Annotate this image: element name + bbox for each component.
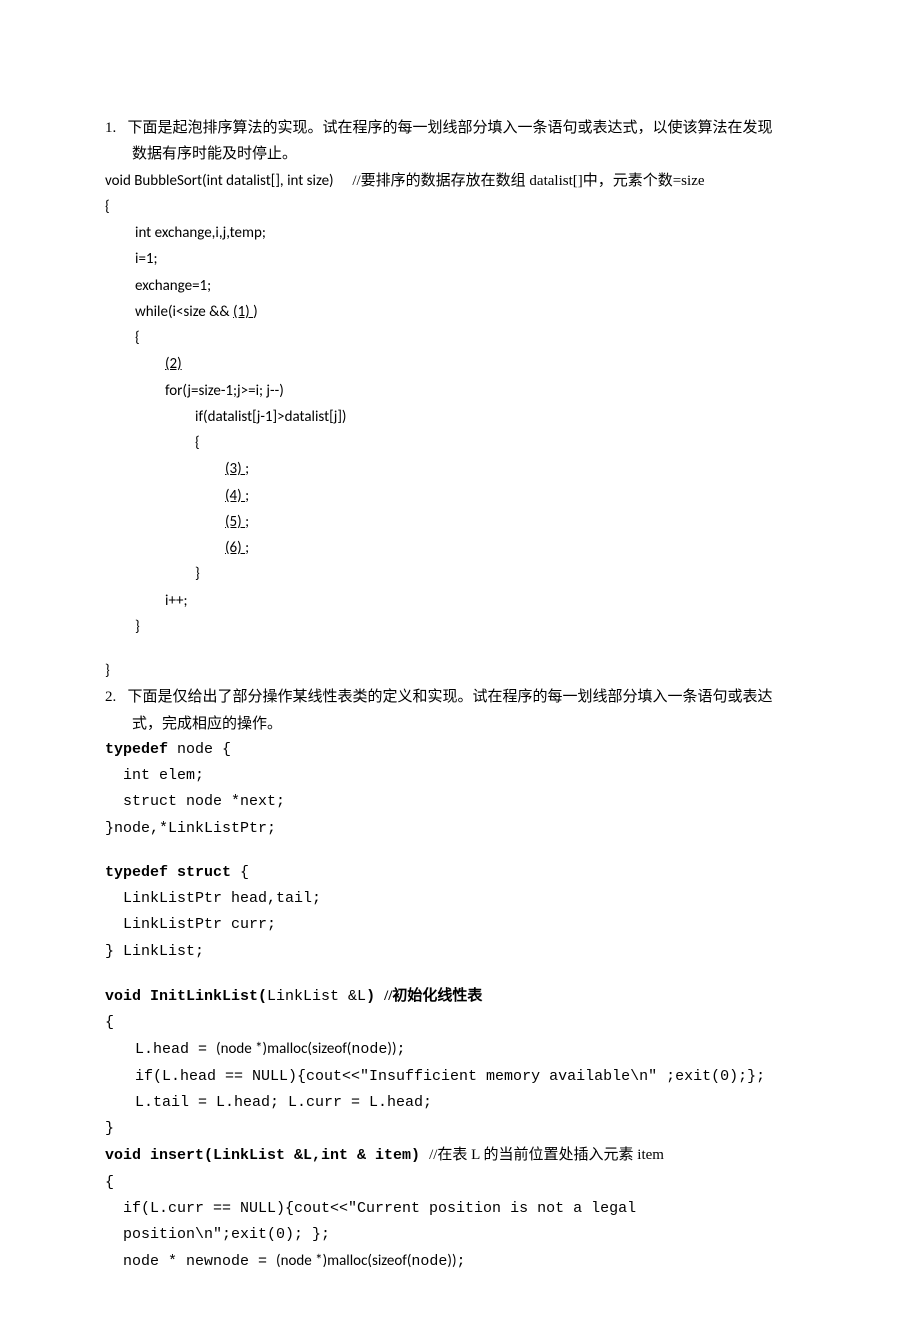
q1-while-brace-open: { [105,325,820,351]
q1-if-brace-close: } [105,561,820,587]
q2-init-l1d: )) [387,1040,396,1058]
q2-init-close: } [105,1116,820,1142]
q1-while-post: ) [253,303,258,321]
q2-ins-l2c: node [411,1253,447,1270]
q2-init-sig-c: ) [366,988,375,1005]
q2-init-l1b: (node *)malloc(sizeof( [216,1040,351,1058]
q1-blank-5: (5) [225,513,245,531]
q2-typedef1-tail: node { [168,741,231,758]
q1-text-line2: 数据有序时能及时停止。 [105,141,820,167]
q2-ins-l1: if(L.curr == NULL){cout<<"Current positi… [105,1196,820,1249]
q1-semi-5: ; [245,513,249,531]
question-2: 2.下面是仅给出了部分操作某线性表类的定义和实现。试在程序的每一划线部分填入一条… [105,684,820,1275]
q2-init-l3: L.tail = L.head; L.curr = L.head; [105,1090,820,1116]
q2-init-open: { [105,1010,820,1036]
q1-brace-close: } [105,658,820,684]
q2-init-sig-a: void InitLinkList( [105,988,267,1005]
spacer [105,842,820,860]
q2-typedef2-close: } LinkList; [105,939,820,965]
q2-typedef2-tail: { [231,864,249,881]
q1-inc: i++; [105,588,820,614]
q2-ins-sig: void insert(LinkList &L,int & item) [105,1147,420,1164]
q2-typedef2-curr: LinkListPtr curr; [105,912,820,938]
q1-blank-3: (3) [225,460,245,478]
q1-if: if(datalist[j-1]>datalist[j]) [105,404,820,430]
q1-semi-3: ; [245,460,249,478]
q2-text-line2: 式，完成相应的操作。 [105,711,820,737]
q2-ins-l2b: (node *)malloc(sizeof( [276,1252,411,1270]
q2-ins-l2a: node * newnode = [123,1253,276,1270]
q2-init-comment: //初始化线性表 [384,988,482,1004]
q1-assign-exchange: exchange=1; [105,273,820,299]
q2-ins-open: { [105,1170,820,1196]
q2-typedef1-kw: typedef [105,741,168,758]
spacer [105,965,820,983]
q1-brace-open: { [105,194,820,220]
q2-init-sig-b: LinkList &L [267,988,366,1005]
q2-init-l1a: L.head = [135,1041,216,1058]
q2-text-line1: 下面是仅给出了部分操作某线性表类的定义和实现。试在程序的每一划线部分填入一条语句… [128,689,773,705]
q2-typedef2-headtail: LinkListPtr head,tail; [105,886,820,912]
q1-blank-2: (2) [165,355,182,373]
q1-while-brace-close: } [105,614,820,640]
q1-func-comment: //要排序的数据存放在数组 datalist[]中，元素个数=size [352,173,704,189]
q1-number: 1. [105,115,128,141]
q1-blank-4: (4) [225,487,245,505]
q2-typedef1-next: struct node *next; [105,789,820,815]
q1-text-line1: 下面是起泡排序算法的实现。试在程序的每一划线部分填入一条语句或表达式，以使该算法… [128,120,773,136]
q1-func-sig: void BubbleSort(int datalist[], int size… [105,172,334,190]
q2-typedef1-close: }node,*LinkListPtr; [105,816,820,842]
q2-number: 2. [105,684,128,710]
q2-init-l2: if(L.head == NULL){cout<<"Insufficient m… [105,1064,820,1090]
q2-ins-l2e: ; [457,1253,466,1270]
q1-assign-i: i=1; [105,246,820,272]
q2-typedef2-kw: typedef struct [105,864,231,881]
question-1: 1.下面是起泡排序算法的实现。试在程序的每一划线部分填入一条语句或表达式，以使该… [105,115,820,684]
q2-ins-comment: //在表 L 的当前位置处插入元素 item [429,1147,664,1163]
q1-blank-6: (6) [225,539,245,557]
q1-while-pre: while(i<size && [135,303,233,321]
q2-init-l1c: node [351,1041,387,1058]
q1-blank-1: (1) [233,303,253,321]
q2-ins-l2d: )) [447,1252,456,1270]
q1-decl: int exchange,i,j,temp; [105,220,820,246]
q1-if-brace-open: { [105,430,820,456]
q1-semi-6: ; [245,539,249,557]
q1-for: for(j=size-1;j>=i; j--) [105,378,820,404]
q2-typedef1-elem: int elem; [105,763,820,789]
q2-init-l1e: ; [397,1041,406,1058]
q1-semi-4: ; [245,487,249,505]
spacer [105,640,820,658]
